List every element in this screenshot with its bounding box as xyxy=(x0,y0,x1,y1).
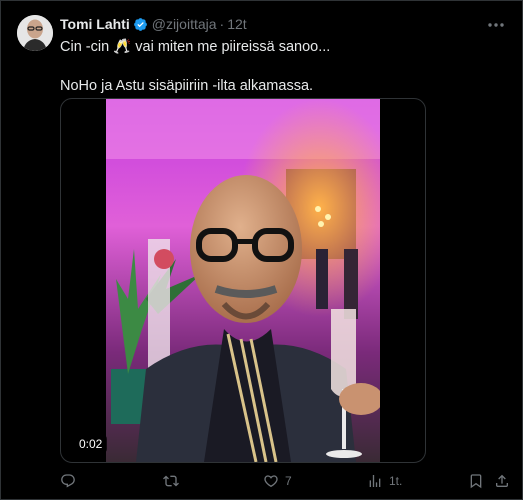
tweet-header: Tomi Lahti @zijoittaja · 12t xyxy=(60,16,247,32)
like-count: 7 xyxy=(285,474,292,488)
avatar-image xyxy=(17,15,53,51)
like-button[interactable]: 7 xyxy=(263,473,292,489)
author-name[interactable]: Tomi Lahti xyxy=(60,16,130,32)
reply-icon xyxy=(61,474,75,488)
views-icon xyxy=(369,475,381,487)
separator-dot: · xyxy=(219,16,225,32)
share-button[interactable] xyxy=(494,473,510,489)
verified-badge-icon xyxy=(133,17,148,32)
timestamp[interactable]: 12t xyxy=(227,16,246,32)
retweet-button[interactable] xyxy=(163,473,185,489)
views-button[interactable]: 1t. xyxy=(367,473,402,489)
video-thumbnail xyxy=(106,99,380,462)
retweet-icon xyxy=(163,475,179,487)
reply-button[interactable] xyxy=(60,473,82,489)
tweet-text-line-2: NoHo ja Astu sisäpiiriin -ilta alkamassa… xyxy=(60,78,314,94)
tweet-text-line-1: Cin -cin 🥂 vai miten me piireissä sanoo.… xyxy=(60,39,331,55)
video-player[interactable]: 0:02 xyxy=(60,98,426,463)
action-bar: 7 1t. xyxy=(60,473,510,493)
avatar[interactable] xyxy=(17,15,53,51)
video-frame[interactable] xyxy=(106,99,380,462)
bookmark-button[interactable] xyxy=(468,473,484,489)
share-icon xyxy=(496,474,508,487)
like-icon xyxy=(264,475,278,488)
tweet-card[interactable]: Tomi Lahti @zijoittaja · 12t Cin -cin 🥂 … xyxy=(0,0,523,500)
views-count: 1t. xyxy=(389,474,403,488)
bookmark-icon xyxy=(470,474,482,489)
tweet-text: Cin -cin 🥂 vai miten me piireissä sanoo.… xyxy=(60,37,330,96)
author-handle[interactable]: @zijoittaja xyxy=(152,16,217,32)
more-icon[interactable] xyxy=(486,15,506,35)
video-timestamp: 0:02 xyxy=(74,435,108,453)
